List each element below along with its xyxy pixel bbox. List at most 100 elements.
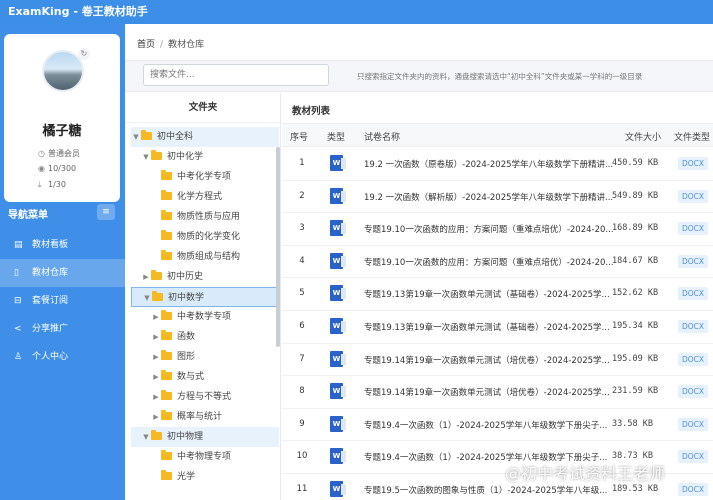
table-row[interactable]: 1 W 19.2 一次函数（原卷版）-2024-2025学年八年级数学下册精讲...… <box>282 148 713 181</box>
tree-node[interactable]: ▶ 中考数学专项 <box>131 307 279 327</box>
column-header-type[interactable]: 类型 <box>327 130 345 143</box>
file-size: 33.58 KB <box>612 418 653 429</box>
tree-node[interactable]: 中考化学专项 <box>131 167 279 187</box>
caret-right-icon[interactable]: ▶ <box>151 367 161 387</box>
tree-node[interactable]: 化学方程式 <box>131 187 279 207</box>
nav-item-share[interactable]: < 分享推广 <box>0 315 125 343</box>
file-name[interactable]: 专题19.13第19章一次函数单元测试（基础卷）-2024-2025学... <box>364 288 626 300</box>
table-row[interactable]: 8 W 专题19.14第19章一次函数单元测试（培优卷）-2024-2025学...… <box>282 376 713 409</box>
nav-item-profile[interactable]: ♙ 个人中心 <box>0 343 125 371</box>
row-number: 9 <box>299 418 305 429</box>
tree-node[interactable]: ▶ 概率与统计 <box>131 407 279 427</box>
tree-node[interactable]: ▶ 方程与不等式 <box>131 387 279 407</box>
table-row[interactable]: 3 W 专题19.10一次函数的应用：方案问题（重难点培优）-2024-20... 1… <box>282 213 713 246</box>
column-header-size[interactable]: 文件大小 <box>625 130 661 143</box>
caret-down-icon[interactable]: ▼ <box>141 427 151 447</box>
caret-down-icon[interactable]: ▼ <box>142 288 152 308</box>
caret-right-icon[interactable]: ▶ <box>151 347 161 367</box>
menu-toggle-icon[interactable]: ≡ <box>97 204 115 220</box>
search-input[interactable] <box>143 64 329 86</box>
table-row[interactable]: 4 W 专题19.10一次函数的应用：方案问题（重难点培优）-2024-20... 1… <box>282 246 713 279</box>
folder-icon <box>161 170 172 180</box>
folder-icon <box>161 310 172 320</box>
tree-node[interactable]: 物质性质与应用 <box>131 207 279 227</box>
word-doc-icon: W <box>330 383 346 400</box>
folder-icon <box>151 150 162 160</box>
tree-node[interactable]: ▶ 数与式 <box>131 367 279 387</box>
tree-node-label: 初中全科 <box>157 132 194 142</box>
table-row[interactable]: 7 W 专题19.14第19章一次函数单元测试（培优卷）-2024-2025学...… <box>282 344 713 377</box>
caret-right-icon[interactable]: ▶ <box>151 307 161 327</box>
nav-item-subscription[interactable]: ⊟ 套餐订阅 <box>0 287 125 315</box>
column-header-no[interactable]: 序号 <box>290 130 308 143</box>
tree-node[interactable]: 光学 <box>131 467 279 487</box>
tree-node[interactable]: 物质组成与结构 <box>131 247 279 267</box>
row-number: 3 <box>299 223 305 234</box>
username: 橘子糖 <box>42 124 82 139</box>
tree-node-label: 初中历史 <box>167 272 204 282</box>
column-header-filetype[interactable]: 文件类型 <box>674 130 710 143</box>
app-title-bar: ExamKing - 卷王教材助手 <box>0 0 713 24</box>
tree-node[interactable]: ▼ 初中物理 <box>131 427 279 447</box>
nav-item-label: 分享推广 <box>32 324 69 334</box>
file-type-badge: DOCX <box>678 320 709 333</box>
table-row[interactable]: 9 W 专题19.4一次函数（1）-2024-2025学年八年级数学下册尖子... 3… <box>282 409 713 442</box>
file-name[interactable]: 19.2 一次函数（解析版）-2024-2025学年八年级数学下册精讲... <box>364 191 626 203</box>
tree-node-label: 化学方程式 <box>177 192 223 202</box>
file-list-title: 教材列表 <box>292 106 331 117</box>
folder-icon <box>151 430 162 440</box>
caret-down-icon[interactable]: ▼ <box>131 127 141 147</box>
file-size: 195.34 KB <box>612 321 659 331</box>
file-type-badge: DOCX <box>678 287 709 301</box>
file-size: 184.67 KB <box>612 255 659 266</box>
sidebar: ↻ 橘子糖 ◷ 普通会员 ◉ 10/300 ⤓ 1/30 导航菜单 ≡ ▤ 教材看板 ▯… <box>0 24 125 500</box>
nav-item-repository[interactable]: ▯ 教材仓库 <box>0 259 125 287</box>
tree-node[interactable]: ▼ 初中化学 <box>131 147 279 167</box>
file-name[interactable]: 专题19.14第19章一次函数单元测试（培优卷）-2024-2025学... <box>364 354 626 366</box>
caret-right-icon[interactable]: ▶ <box>151 327 161 347</box>
tree-node[interactable]: ▶ 函数 <box>131 327 279 347</box>
file-name[interactable]: 专题19.13第19章一次函数单元测试（基础卷）-2024-2025学... <box>364 321 626 333</box>
search-hint: 只搜索指定文件夹内的资料，通盘搜索请选中“初中全科”文件夹或某一学科的一级目录 <box>357 72 643 81</box>
word-doc-icon: W <box>330 252 346 269</box>
table-row[interactable]: 5 W 专题19.13第19章一次函数单元测试（基础卷）-2024-2025学...… <box>282 278 713 311</box>
file-name[interactable]: 专题19.10一次函数的应用：方案问题（重难点培优）-2024-20... <box>364 223 626 235</box>
tree-node[interactable]: ▶ 初中历史 <box>131 267 279 287</box>
file-name[interactable]: 专题19.4一次函数（1）-2024-2025学年八年级数学下册尖子... <box>364 419 626 431</box>
share-icon: < <box>14 324 22 334</box>
file-name[interactable]: 19.2 一次函数（原卷版）-2024-2025学年八年级数学下册精讲... <box>364 158 626 170</box>
nav-item-label: 套餐订阅 <box>32 296 69 306</box>
caret-right-icon[interactable]: ▶ <box>141 267 151 287</box>
file-name[interactable]: 专题19.10一次函数的应用：方案问题（重难点培优）-2024-20... <box>364 256 626 268</box>
caret-down-icon[interactable]: ▼ <box>141 147 151 167</box>
file-name[interactable]: 专题19.14第19章一次函数单元测试（培优卷）-2024-2025学... <box>364 386 626 398</box>
word-doc-icon: W <box>330 220 346 237</box>
breadcrumb-current: 教材仓库 <box>168 40 205 50</box>
breadcrumb-home[interactable]: 首页 <box>137 40 155 50</box>
tree-node[interactable]: 中考物理专项 <box>131 447 279 467</box>
downloads-count: 1/30 <box>48 180 66 189</box>
refresh-icon[interactable]: ↻ <box>78 48 90 60</box>
tree-node[interactable]: ▶ 图形 <box>131 347 279 367</box>
tree-node[interactable]: 物质的化学变化 <box>131 227 279 247</box>
column-header-name[interactable]: 试卷名称 <box>364 130 400 143</box>
file-size: 549.89 KB <box>612 190 659 201</box>
caret-right-icon[interactable]: ▶ <box>151 387 161 407</box>
tree-node[interactable]: ▼ 初中全科 <box>131 127 279 147</box>
tree-node-selected[interactable]: ▼ 初中数学 <box>131 287 279 307</box>
nav-item-dashboard[interactable]: ▤ 教材看板 <box>0 231 125 259</box>
file-name[interactable]: 专题19.5一次函数的图象与性质（1）-2024-2025学年八年级... <box>364 484 626 496</box>
folder-scrollbar[interactable] <box>276 147 280 347</box>
cart-icon: ⊟ <box>14 296 22 306</box>
tree-node-label: 中考化学专项 <box>177 172 232 182</box>
file-size: 450.59 KB <box>612 158 659 168</box>
tree-node-label: 物质的化学变化 <box>177 232 241 242</box>
caret-right-icon[interactable]: ▶ <box>151 407 161 427</box>
eye-icon: ◉ <box>38 164 45 173</box>
table-row[interactable]: 6 W 专题19.13第19章一次函数单元测试（基础卷）-2024-2025学...… <box>282 311 713 344</box>
file-pane: 教材列表 序号 类型 试卷名称 文件大小 文件类型 1 W 19.2 一次函数（原卷… <box>282 93 713 500</box>
table-row[interactable]: 2 W 19.2 一次函数（解析版）-2024-2025学年八年级数学下册精讲...… <box>282 181 713 214</box>
folder-icon <box>161 330 172 340</box>
folder-icon <box>161 370 172 380</box>
nav-item-label: 教材仓库 <box>32 268 69 278</box>
